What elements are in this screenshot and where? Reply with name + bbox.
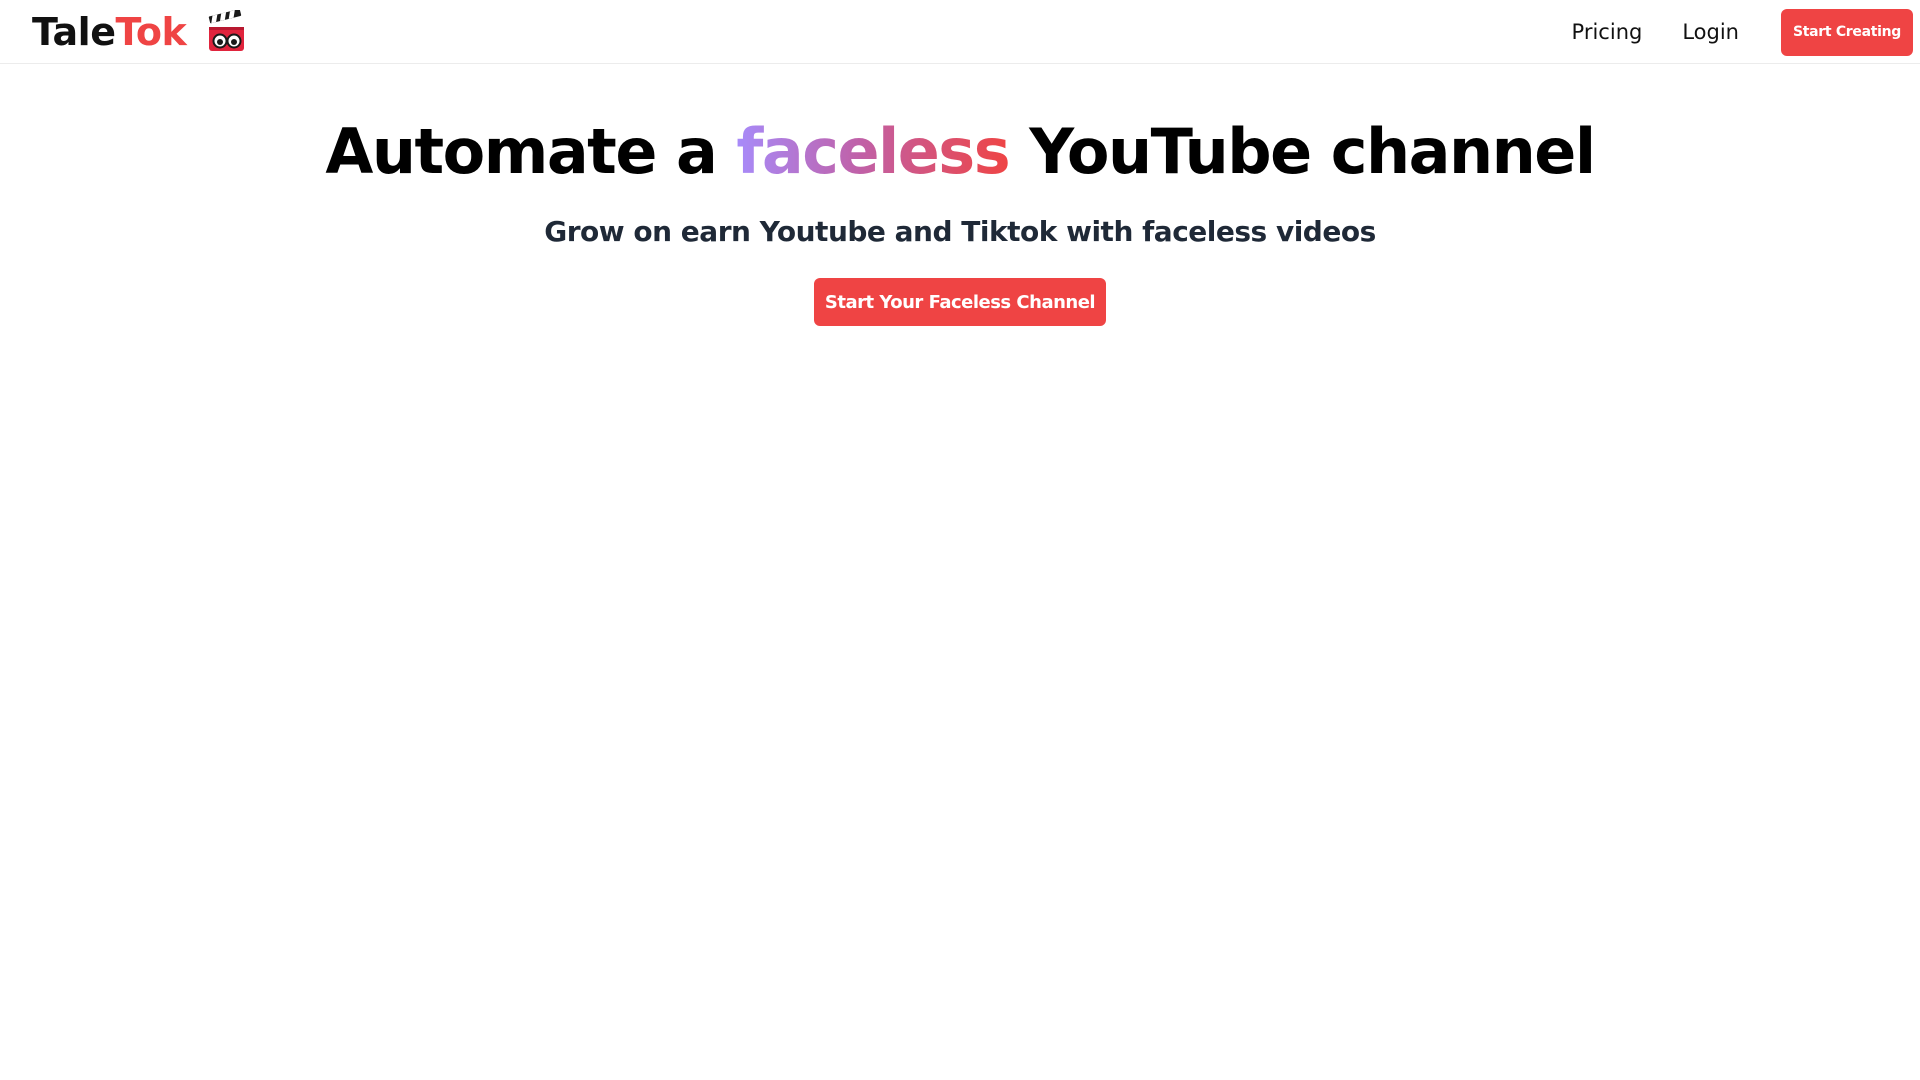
brand-name-tok: Tok [115,10,187,54]
nav-link-pricing[interactable]: Pricing [1572,20,1643,44]
nav-links: Pricing Login Start Creating [1572,0,1920,64]
top-navbar: TaleTok Pricing Login Start Creating [0,0,1920,64]
hero-title-start: Automate a [325,115,737,188]
hero-subtitle: Grow on earn Youtube and Tiktok with fac… [544,215,1376,248]
start-faceless-channel-button[interactable]: Start Your Faceless Channel [814,278,1106,326]
brand-name: TaleTok [32,10,187,54]
hero-title-accent: faceless [736,115,1010,188]
brand-logo-link[interactable]: TaleTok [32,10,246,54]
hero-title: Automate a faceless YouTube channel [0,110,1920,194]
start-creating-button[interactable]: Start Creating [1781,8,1913,56]
brand-name-tale: Tale [32,10,116,54]
nav-link-login[interactable]: Login [1682,20,1739,44]
hero-section: Automate a faceless YouTube channel Grow… [0,110,1920,326]
hero-title-end: YouTube channel [1009,115,1596,188]
clapperboard-icon [209,10,245,51]
